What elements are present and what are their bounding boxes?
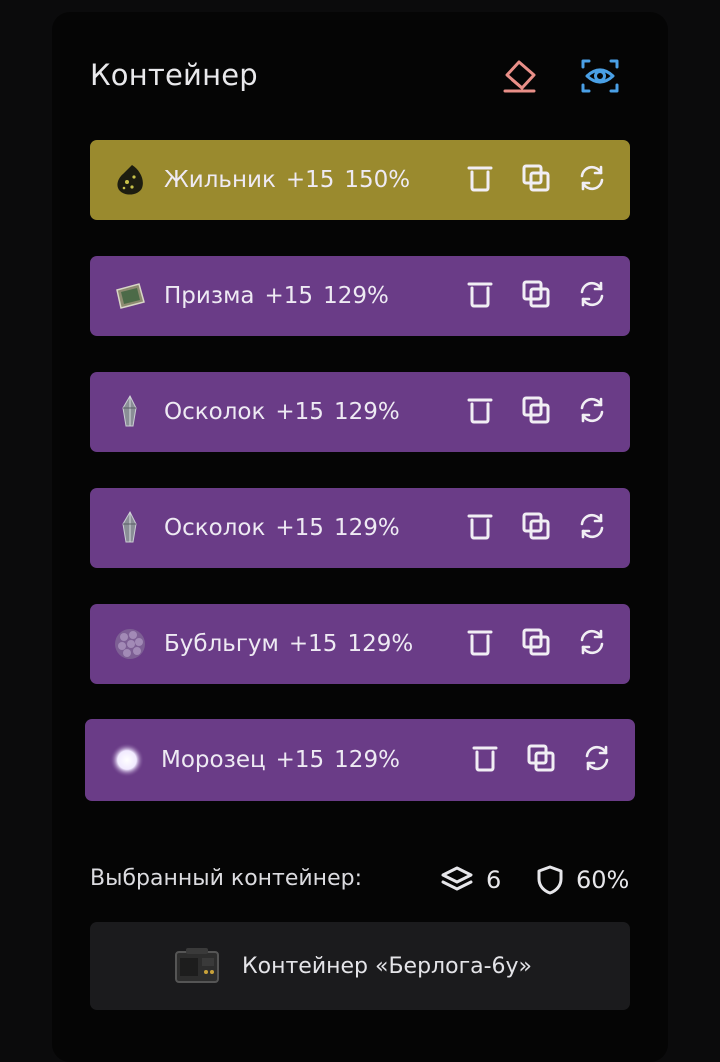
item-row[interactable]: Осколок +15 129%	[90, 488, 630, 568]
container-icon	[175, 948, 219, 983]
item-percent: 129%	[333, 399, 400, 425]
replace-button[interactable]	[579, 742, 615, 778]
duplicate-button[interactable]	[518, 278, 554, 314]
shard-icon	[112, 394, 148, 430]
refresh-icon	[577, 279, 607, 313]
prism-icon	[112, 278, 148, 314]
duplicate-button[interactable]	[518, 162, 554, 198]
item-row[interactable]: Жильник +15 150%	[90, 140, 630, 220]
item-name: Бубльгум	[164, 631, 279, 657]
item-level: +15	[275, 515, 324, 541]
gem-icon	[112, 162, 148, 198]
duplicate-button[interactable]	[518, 510, 554, 546]
refresh-icon	[577, 627, 607, 661]
panel-header: Контейнер	[90, 50, 630, 100]
copy-icon	[526, 743, 556, 777]
page-title: Контейнер	[90, 58, 258, 92]
delete-button[interactable]	[462, 394, 498, 430]
copy-icon	[521, 395, 551, 429]
delete-button[interactable]	[462, 278, 498, 314]
copy-icon	[521, 627, 551, 661]
item-percent: 129%	[323, 283, 389, 309]
container-select-button[interactable]: Контейнер «Берлога-6у»	[90, 922, 630, 1010]
item-label: Осколок +15 129%	[164, 488, 400, 568]
trash-icon	[471, 743, 499, 777]
item-name: Морозец	[161, 747, 266, 773]
item-label: Призма +15 129%	[164, 256, 389, 336]
refresh-icon	[582, 743, 612, 777]
preview-button[interactable]	[578, 54, 622, 98]
item-name: Жильник	[164, 167, 276, 193]
trash-icon	[466, 627, 494, 661]
delete-button[interactable]	[462, 626, 498, 662]
item-level: +15	[285, 167, 335, 193]
item-level: +15	[288, 631, 338, 657]
item-label: Бубльгум +15 129%	[164, 604, 413, 684]
replace-button[interactable]	[574, 510, 610, 546]
selected-container-summary: Выбранный контейнер: 6 60%	[90, 858, 630, 902]
replace-button[interactable]	[574, 626, 610, 662]
layers-icon	[441, 866, 473, 891]
trash-icon	[466, 395, 494, 429]
protection-value: 60%	[576, 866, 630, 894]
item-label: Морозец +15 129%	[161, 719, 400, 801]
refresh-icon	[577, 511, 607, 545]
container-label: Контейнер «Берлога-6у»	[242, 953, 533, 979]
item-row[interactable]: Призма +15 129%	[90, 256, 630, 336]
item-row[interactable]: Бубльгум +15 129%	[90, 604, 630, 684]
bubblegum-icon	[112, 626, 148, 662]
copy-icon	[521, 163, 551, 197]
item-percent: 150%	[344, 167, 411, 193]
item-actions	[467, 719, 615, 801]
eye-scan-icon	[581, 59, 619, 93]
trash-icon	[466, 163, 494, 197]
item-level: +15	[264, 283, 314, 309]
item-percent: 129%	[333, 515, 400, 541]
copy-icon	[521, 279, 551, 313]
trash-icon	[466, 279, 494, 313]
eraser-icon	[503, 60, 536, 93]
refresh-icon	[577, 395, 607, 429]
replace-button[interactable]	[574, 162, 610, 198]
slot-count: 6	[440, 862, 501, 898]
protection-stat: 60%	[536, 862, 629, 898]
replace-button[interactable]	[574, 394, 610, 430]
slot-count-value: 6	[486, 866, 502, 894]
duplicate-button[interactable]	[518, 394, 554, 430]
item-label: Осколок +15 129%	[164, 372, 400, 452]
item-actions	[462, 604, 610, 684]
shard-icon	[112, 510, 148, 546]
duplicate-button[interactable]	[523, 742, 559, 778]
item-percent: 129%	[347, 631, 414, 657]
summary-label: Выбранный контейнер:	[90, 866, 362, 891]
item-name: Призма	[164, 283, 255, 309]
clear-button[interactable]	[498, 54, 542, 98]
trash-icon	[466, 511, 494, 545]
replace-button[interactable]	[574, 278, 610, 314]
delete-button[interactable]	[462, 510, 498, 546]
item-percent: 129%	[334, 747, 400, 773]
item-actions	[462, 256, 610, 336]
item-name: Осколок	[164, 515, 266, 541]
item-label: Жильник +15 150%	[164, 140, 410, 220]
item-row[interactable]: Осколок +15 129%	[90, 372, 630, 452]
delete-button[interactable]	[462, 162, 498, 198]
delete-button[interactable]	[467, 742, 503, 778]
item-actions	[462, 372, 610, 452]
item-row[interactable]: Морозец +15 129%	[85, 719, 635, 801]
shield-icon	[537, 865, 563, 895]
refresh-icon	[577, 163, 607, 197]
copy-icon	[521, 511, 551, 545]
item-name: Осколок	[164, 399, 266, 425]
item-level: +15	[275, 399, 324, 425]
frost-icon	[109, 742, 145, 778]
item-actions	[462, 140, 610, 220]
item-actions	[462, 488, 610, 568]
duplicate-button[interactable]	[518, 626, 554, 662]
item-level: +15	[275, 747, 325, 773]
